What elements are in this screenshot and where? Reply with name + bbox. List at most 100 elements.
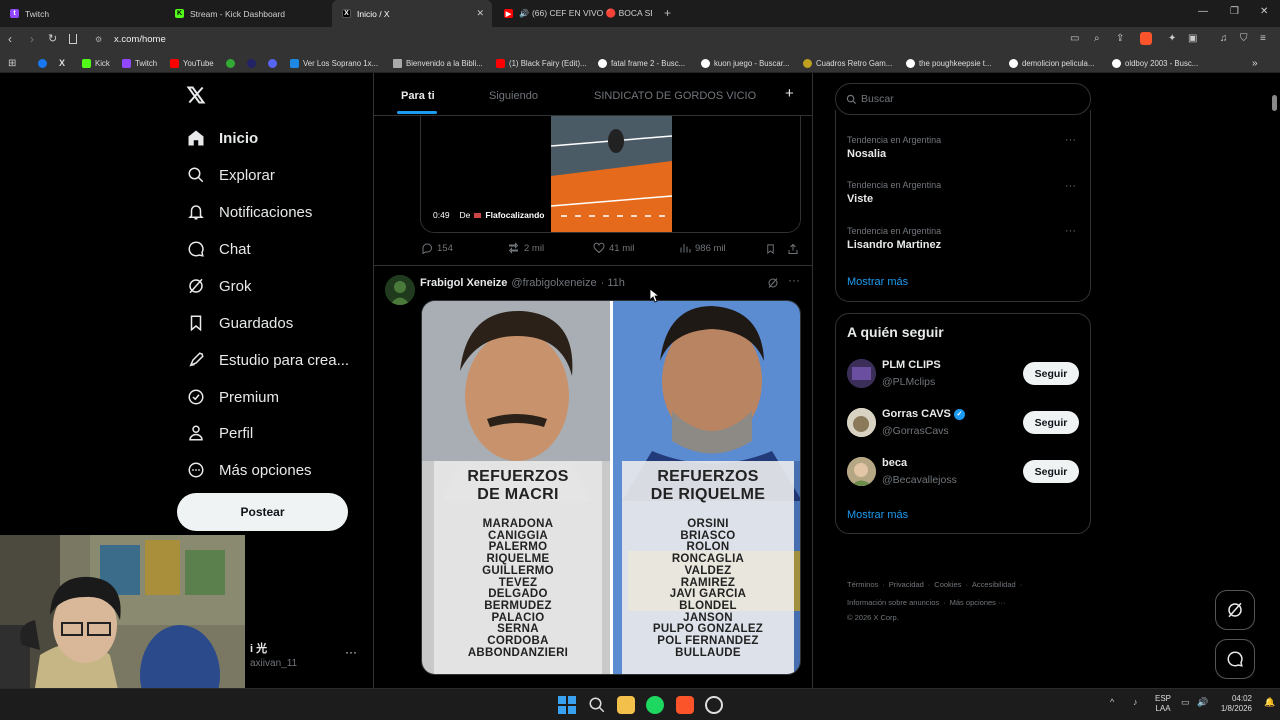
- views-button[interactable]: 986 mil: [679, 242, 726, 254]
- trend-item[interactable]: Tendencia en Argentina Viste: [847, 180, 941, 205]
- scrollbar-thumb[interactable]: [1272, 95, 1277, 111]
- tray-chevron-icon[interactable]: ^: [1110, 697, 1114, 707]
- maximize-icon[interactable]: ❐: [1230, 6, 1239, 17]
- trend-item[interactable]: Tendencia en Argentina Lisandro Martinez: [847, 226, 941, 251]
- nav-premium[interactable]: Premium: [186, 382, 279, 412]
- language-indicator[interactable]: ESP LAA: [1155, 694, 1171, 714]
- bookmark-post-icon[interactable]: [765, 242, 776, 260]
- post-more-icon[interactable]: ···: [788, 273, 800, 287]
- footer-link[interactable]: Más opciones ···: [950, 598, 1006, 607]
- share-post-icon[interactable]: [787, 242, 799, 260]
- app-icon[interactable]: [705, 696, 723, 714]
- more-bookmarks-icon[interactable]: »: [1252, 53, 1258, 73]
- bookmark-discord[interactable]: [268, 53, 281, 73]
- bookmark-oldboy[interactable]: oldboy 2003 - Busc...: [1112, 53, 1198, 73]
- like-button[interactable]: 41 mil: [593, 242, 634, 254]
- bookmark-youtube[interactable]: YouTube: [170, 53, 214, 73]
- nav-grok[interactable]: Grok: [186, 271, 252, 301]
- zoom-icon[interactable]: ⌕: [1094, 33, 1100, 44]
- post-button[interactable]: Postear: [177, 493, 348, 531]
- video-card[interactable]: 0:49 De Flafocalizando: [420, 116, 801, 233]
- footer-link[interactable]: Cookies: [934, 580, 961, 589]
- bookmark-soprano[interactable]: Ver Los Soprano 1x...: [290, 53, 378, 73]
- url-input[interactable]: x.com/home: [114, 34, 166, 45]
- menu-icon[interactable]: ≡: [1260, 33, 1266, 44]
- follow-button[interactable]: Seguir: [1023, 362, 1079, 385]
- grok-float-button[interactable]: [1215, 590, 1255, 630]
- trend-more-icon[interactable]: ···: [1065, 134, 1076, 146]
- grok-explain-icon[interactable]: [767, 276, 779, 294]
- post-author-handle[interactable]: @frabigolxeneize: [511, 277, 596, 289]
- spotify-icon[interactable]: [646, 696, 664, 714]
- cast-icon[interactable]: ▭: [1070, 33, 1079, 44]
- bookmark-green[interactable]: [226, 53, 239, 73]
- new-tab-button[interactable]: +: [664, 6, 671, 20]
- site-info-icon[interactable]: ⚙: [95, 35, 102, 44]
- nav-chat[interactable]: Chat: [186, 234, 251, 264]
- network-icon[interactable]: ▭: [1181, 697, 1190, 708]
- bookmark-twitch[interactable]: Twitch: [122, 53, 157, 73]
- media-icon[interactable]: ♫: [1220, 33, 1228, 44]
- post-image[interactable]: REFUERZOS DE MACRI MARADONA CANIGGIA PAL…: [421, 300, 801, 675]
- add-tab-icon[interactable]: +: [785, 85, 794, 102]
- x-logo-icon[interactable]: [186, 85, 206, 110]
- reply-button[interactable]: 154: [421, 242, 453, 254]
- tab-siguiendo[interactable]: Siguiendo: [489, 90, 538, 102]
- bookmark-fatal-frame[interactable]: fatal frame 2 - Busc...: [598, 53, 685, 73]
- nav-inicio[interactable]: Inicio: [186, 123, 258, 153]
- footer-link[interactable]: Información sobre anuncios: [847, 598, 939, 607]
- post-time[interactable]: · 11h: [601, 277, 625, 289]
- footer-link[interactable]: Términos: [847, 580, 878, 589]
- trend-more-icon[interactable]: ···: [1065, 225, 1076, 237]
- tab-para-ti[interactable]: Para ti: [401, 90, 435, 102]
- tab-twitch[interactable]: t Twitch: [0, 0, 160, 27]
- follow-handle[interactable]: @GorrasCavs: [882, 425, 949, 437]
- footer-link[interactable]: Accesibilidad: [972, 580, 1016, 589]
- tab-youtube[interactable]: ▶ 🔊 (66) CEF EN VIVO 🔴 BOCA SE S...: [494, 0, 656, 27]
- post-author-name[interactable]: Frabigol Xeneize: [420, 277, 507, 289]
- bookmark-cuadros[interactable]: Cuadros Retro Gam...: [803, 53, 892, 73]
- nav-mas-opciones[interactable]: Más opciones: [186, 455, 312, 485]
- bookmark-black-fairy[interactable]: (1) Black Fairy (Edit)...: [496, 53, 587, 73]
- follow-handle[interactable]: @PLMclips: [882, 376, 935, 388]
- share-icon[interactable]: ⇪: [1116, 33, 1124, 44]
- facebook-bookmark[interactable]: [38, 53, 51, 73]
- show-more-follow-link[interactable]: Mostrar más: [847, 509, 908, 521]
- forward-icon[interactable]: ›: [30, 32, 34, 46]
- nav-guardados[interactable]: Guardados: [186, 308, 293, 338]
- nav-estudio[interactable]: Estudio para crea...: [186, 345, 349, 375]
- repost-button[interactable]: 2 mil: [507, 242, 544, 254]
- bookmark-teal[interactable]: [247, 53, 260, 73]
- nav-notificaciones[interactable]: Notificaciones: [186, 197, 312, 227]
- follow-name[interactable]: Gorras CAVS: [882, 408, 951, 420]
- x-bookmark[interactable]: X: [59, 53, 65, 73]
- close-icon[interactable]: ✕: [476, 8, 484, 19]
- follow-handle[interactable]: @Becavallejoss: [882, 474, 957, 486]
- avatar[interactable]: [847, 359, 876, 388]
- nav-perfil[interactable]: Perfil: [186, 418, 253, 448]
- avatar[interactable]: [385, 275, 415, 305]
- tab-sindicato[interactable]: SINDICATO DE GORDOS VICIO: [594, 90, 756, 102]
- extensions-icon[interactable]: ✦: [1168, 33, 1176, 44]
- bookmark-kick[interactable]: Kick: [82, 53, 110, 73]
- trend-item[interactable]: Tendencia en Argentina Nosalia: [847, 135, 941, 160]
- bookmark-biblioteca[interactable]: Bienvenido a la Bibli...: [393, 53, 483, 73]
- minimize-icon[interactable]: —: [1198, 6, 1208, 17]
- notification-bell-icon[interactable]: 🔔: [1264, 697, 1275, 708]
- reload-icon[interactable]: ↻: [48, 32, 57, 45]
- brave-icon[interactable]: [676, 696, 694, 714]
- volume-icon[interactable]: 🔊: [1197, 697, 1208, 708]
- follow-name[interactable]: PLM CLIPS: [882, 359, 941, 371]
- close-window-icon[interactable]: ✕: [1260, 6, 1268, 17]
- back-icon[interactable]: ‹: [8, 32, 12, 46]
- apps-icon[interactable]: ⊞: [8, 53, 16, 73]
- footer-link[interactable]: Privacidad: [889, 580, 924, 589]
- avatar[interactable]: [847, 457, 876, 486]
- sidebar-icon[interactable]: ▣: [1188, 33, 1197, 44]
- tray-mic-icon[interactable]: ♪: [1133, 697, 1138, 707]
- avatar[interactable]: [847, 408, 876, 437]
- nav-explorar[interactable]: Explorar: [186, 160, 275, 190]
- windows-start-icon[interactable]: [558, 696, 576, 714]
- bookmark-demolicion[interactable]: demolicion pelicula...: [1009, 53, 1094, 73]
- follow-button[interactable]: Seguir: [1023, 460, 1079, 483]
